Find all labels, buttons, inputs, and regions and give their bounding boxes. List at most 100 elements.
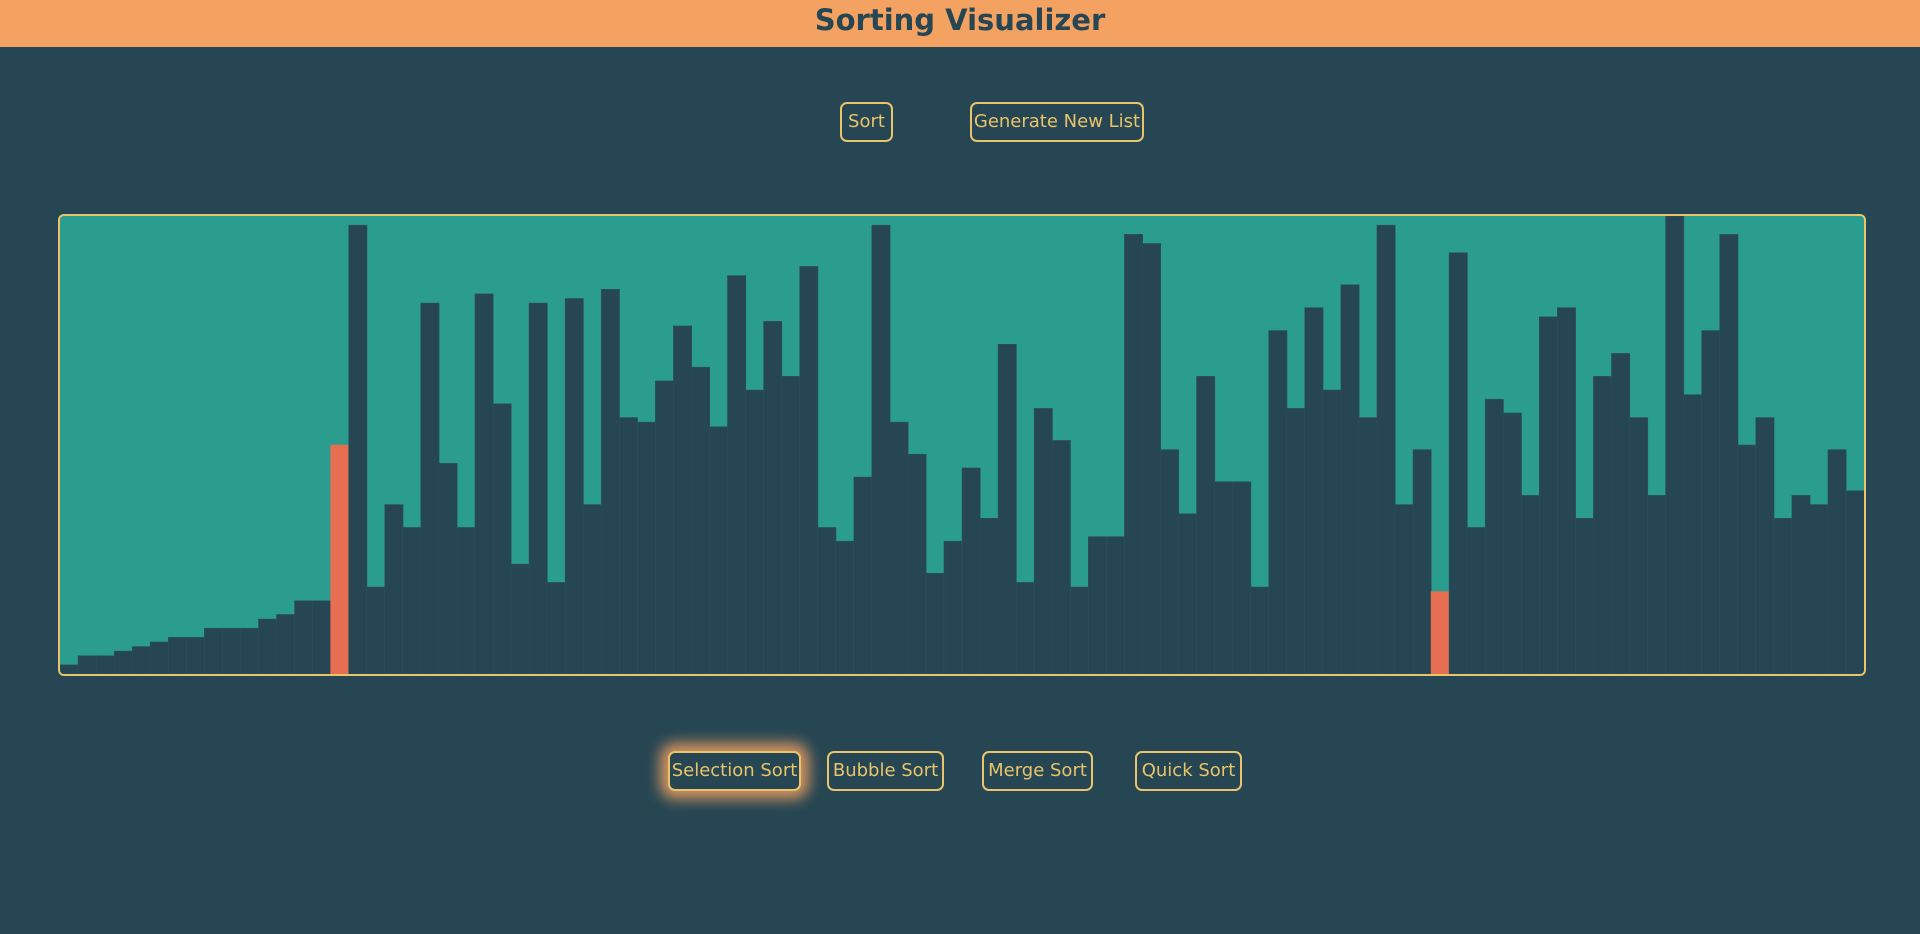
sort-button[interactable]: Sort bbox=[840, 102, 893, 142]
bar bbox=[1593, 376, 1612, 674]
bar bbox=[113, 650, 133, 674]
selection-sort-button[interactable]: Selection Sort bbox=[668, 751, 801, 791]
bar bbox=[492, 403, 512, 674]
bar bbox=[1394, 504, 1414, 674]
bar bbox=[366, 586, 386, 674]
bar bbox=[1755, 417, 1775, 674]
quick-sort-button[interactable]: Quick Sort bbox=[1135, 751, 1242, 791]
bar bbox=[1322, 389, 1342, 674]
bar bbox=[745, 389, 765, 674]
bar bbox=[1214, 481, 1234, 674]
bar bbox=[1033, 408, 1053, 674]
bar bbox=[240, 627, 259, 674]
bar bbox=[1412, 449, 1432, 674]
bar bbox=[979, 518, 999, 674]
bar bbox=[853, 476, 873, 674]
bar bbox=[1629, 417, 1649, 674]
bar bbox=[1304, 307, 1324, 674]
bar bbox=[691, 366, 710, 674]
bar-highlighted bbox=[330, 444, 350, 674]
bar bbox=[528, 302, 548, 674]
bar bbox=[1791, 495, 1811, 674]
bar bbox=[1809, 504, 1829, 674]
bar bbox=[438, 463, 458, 674]
bar bbox=[673, 325, 692, 674]
bar bbox=[961, 467, 981, 674]
bar bbox=[1051, 440, 1071, 674]
bar bbox=[546, 582, 566, 674]
bar bbox=[402, 527, 422, 674]
bar bbox=[1683, 394, 1703, 674]
bar bbox=[1088, 536, 1107, 674]
bar bbox=[1827, 449, 1847, 674]
bubble-sort-button[interactable]: Bubble Sort bbox=[827, 751, 944, 791]
bar bbox=[582, 504, 602, 674]
bar bbox=[222, 627, 241, 674]
bar-chart bbox=[60, 216, 1864, 674]
bar bbox=[781, 376, 801, 674]
bar bbox=[1466, 527, 1486, 674]
bar bbox=[312, 600, 332, 674]
bar bbox=[258, 618, 278, 674]
bar bbox=[1106, 536, 1125, 674]
bar bbox=[925, 572, 945, 674]
bar bbox=[204, 627, 223, 674]
bar bbox=[1196, 376, 1216, 674]
bar bbox=[1773, 518, 1793, 674]
bar bbox=[456, 527, 476, 674]
bar bbox=[1160, 449, 1180, 674]
bar bbox=[1286, 408, 1306, 674]
page-title: Sorting Visualizer bbox=[814, 3, 1106, 37]
bar bbox=[727, 275, 747, 674]
bar bbox=[77, 655, 97, 674]
bar bbox=[943, 540, 963, 674]
bar bbox=[1719, 234, 1739, 674]
bar bbox=[1250, 586, 1270, 674]
bar bbox=[709, 426, 729, 674]
bar bbox=[1539, 316, 1558, 674]
merge-sort-button[interactable]: Merge Sort bbox=[982, 751, 1093, 791]
bar bbox=[817, 527, 837, 674]
app-header: Sorting Visualizer bbox=[0, 0, 1920, 47]
bar bbox=[131, 646, 151, 674]
bar bbox=[276, 614, 296, 674]
bar bbox=[1611, 353, 1631, 674]
bar bbox=[1557, 307, 1576, 674]
bar bbox=[907, 453, 927, 674]
bar bbox=[348, 224, 368, 674]
bar bbox=[835, 540, 855, 674]
bar bbox=[637, 421, 656, 674]
bar bbox=[1069, 586, 1089, 674]
bar bbox=[474, 293, 494, 674]
bar bbox=[1502, 412, 1522, 674]
bar bbox=[60, 664, 79, 674]
bar bbox=[1178, 513, 1198, 674]
bar bbox=[618, 417, 638, 674]
bar-chart-panel bbox=[58, 214, 1866, 676]
generate-new-list-button[interactable]: Generate New List bbox=[970, 102, 1144, 142]
bar bbox=[799, 266, 819, 674]
bar bbox=[871, 224, 891, 674]
bar bbox=[420, 302, 440, 674]
bar bbox=[1575, 518, 1594, 674]
bar bbox=[510, 563, 530, 674]
bar bbox=[1845, 490, 1864, 674]
bar bbox=[1665, 216, 1685, 674]
bar bbox=[149, 641, 169, 674]
bar bbox=[1015, 582, 1035, 674]
bar bbox=[1520, 495, 1540, 674]
bar bbox=[763, 321, 783, 674]
bar bbox=[564, 298, 584, 674]
bar bbox=[1737, 444, 1757, 674]
bar-highlighted bbox=[1430, 591, 1450, 674]
bar bbox=[600, 289, 620, 674]
bar bbox=[889, 421, 909, 674]
bar bbox=[1232, 481, 1252, 674]
bar bbox=[1376, 224, 1396, 674]
bar bbox=[1647, 495, 1667, 674]
bar bbox=[1124, 234, 1143, 674]
bar bbox=[1142, 243, 1161, 674]
bar bbox=[1268, 330, 1288, 674]
bar bbox=[1340, 284, 1360, 674]
bar bbox=[1484, 398, 1504, 674]
